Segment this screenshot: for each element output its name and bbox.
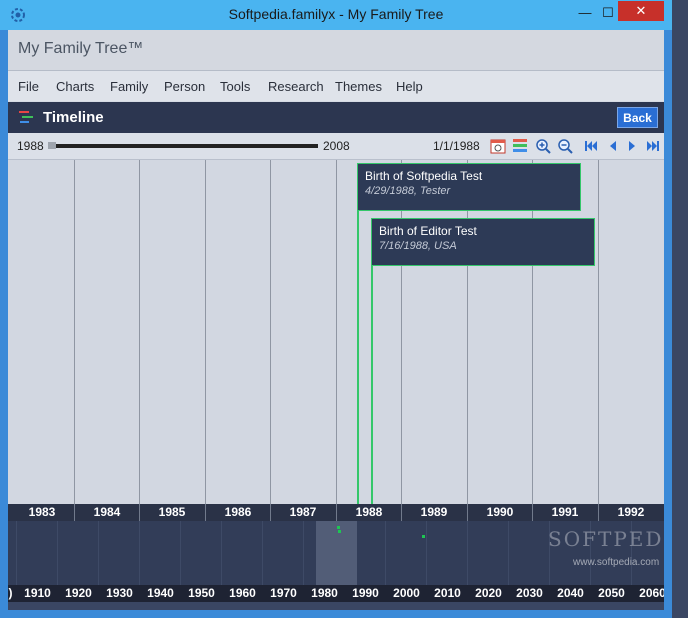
menu-tools[interactable]: Tools [220,79,250,94]
year-label: 1987 [289,505,317,519]
overview-gridline [221,521,222,585]
overview-gridline [508,521,509,585]
event-title: Birth of Softpedia Test [365,169,483,183]
overview-gridline [385,521,386,585]
range-slider[interactable] [48,144,318,148]
grid-line [467,160,468,504]
grid-line [598,160,599,504]
decade-label: 1970 [270,586,297,600]
timeline-icon [19,111,33,123]
overview-viewport[interactable] [316,521,357,585]
decade-axis: ) 1910 1920 1930 1940 1950 1960 1970 198… [8,585,664,602]
menu-family[interactable]: Family [110,79,148,94]
grid-line [336,160,337,504]
event-title: Birth of Editor Test [379,224,477,238]
layers-icon[interactable] [511,137,529,155]
year-label: 1990 [486,505,514,519]
first-icon[interactable] [582,137,600,155]
grid-line [401,160,402,504]
overview-event-dot [422,535,425,538]
overview-gridline [98,521,99,585]
overview-event-dot [337,526,340,529]
timeline-area[interactable]: Birth of Softpedia Test 4/29/1988, Teste… [8,160,664,504]
grid-line [532,160,533,504]
grid-line [270,160,271,504]
overview-gridline [426,521,427,585]
range-start-label: 1988 [17,139,44,153]
range-end-label: 2008 [323,139,350,153]
zoom-in-icon[interactable] [534,137,552,155]
window-bottom-edge [8,602,664,610]
decade-label: 1950 [188,586,215,600]
decade-label: 2050 [598,586,625,600]
year-label: 1983 [28,505,56,519]
event-stem [371,265,373,504]
watermark-url: www.softpedia.com [573,557,660,568]
year-label: 1992 [617,505,645,519]
decade-label: 2020 [475,586,502,600]
event-detail: 4/29/1988, Tester [365,185,451,197]
calendar-icon[interactable] [489,137,507,155]
year-axis: 1983 1984 1985 1986 1987 1988 1989 1990 … [8,504,664,521]
year-label: 1991 [551,505,579,519]
decade-label: 1980 [311,586,338,600]
watermark-brand: SOFTPEDIA [548,527,664,551]
decade-label: 2000 [393,586,420,600]
page-title: Timeline [43,109,104,126]
menu-themes[interactable]: Themes [335,79,382,94]
next-icon[interactable] [623,137,641,155]
decade-label: 2060 [639,586,664,600]
menu-research[interactable]: Research [268,79,324,94]
decade-label: 1920 [65,586,92,600]
overview-gridline [467,521,468,585]
decade-label: 2040 [557,586,584,600]
zoom-out-icon[interactable] [556,137,574,155]
overview-event-dot [338,530,341,533]
back-button[interactable]: Back [617,107,658,128]
grid-line [74,160,75,504]
overview-gridline [262,521,263,585]
menu-bar: File Charts Family Person Tools Research… [8,71,664,101]
app-client-area: My Family Tree™ File Charts Family Perso… [8,30,664,610]
menu-person[interactable]: Person [164,79,205,94]
year-label: 1984 [93,505,121,519]
decade-label: 1910 [24,586,51,600]
last-icon[interactable] [644,137,662,155]
app-window: Softpedia.familyx - My Family Tree — ☐ ✕… [0,0,672,618]
grid-line [139,160,140,504]
timeline-header: Timeline Back [8,102,664,133]
range-slider-thumb[interactable] [48,142,56,149]
event-card[interactable]: Birth of Softpedia Test 4/29/1988, Teste… [357,163,581,211]
decade-label: 1960 [229,586,256,600]
event-card[interactable]: Birth of Editor Test 7/16/1988, USA [371,218,595,266]
year-label: 1986 [224,505,252,519]
overview-gridline [303,521,304,585]
current-date-label: 1/1/1988 [433,139,480,153]
year-label: 1989 [420,505,448,519]
grid-line [205,160,206,504]
previous-icon[interactable] [604,137,622,155]
year-label: 1985 [158,505,186,519]
window-titlebar[interactable]: Softpedia.familyx - My Family Tree — ☐ ✕ [0,0,672,30]
menu-charts[interactable]: Charts [56,79,94,94]
app-title: My Family Tree™ [18,40,144,57]
decade-label: 2010 [434,586,461,600]
overview-gridline [180,521,181,585]
event-detail: 7/16/1988, USA [379,240,457,252]
overview-gridline [139,521,140,585]
decade-label: 1930 [106,586,133,600]
year-label: 1988 [355,505,383,519]
decade-label: 2030 [516,586,543,600]
close-button[interactable]: ✕ [618,1,664,21]
timeline-toolbar: 1988 2008 1/1/1988 [8,133,664,160]
decade-label: 1940 [147,586,174,600]
menu-file[interactable]: File [18,79,39,94]
overview-gridline [16,521,17,585]
app-header: My Family Tree™ [8,30,664,71]
overview-gridline [57,521,58,585]
event-stem [357,210,359,504]
menu-help[interactable]: Help [396,79,423,94]
decade-label: 1990 [352,586,379,600]
